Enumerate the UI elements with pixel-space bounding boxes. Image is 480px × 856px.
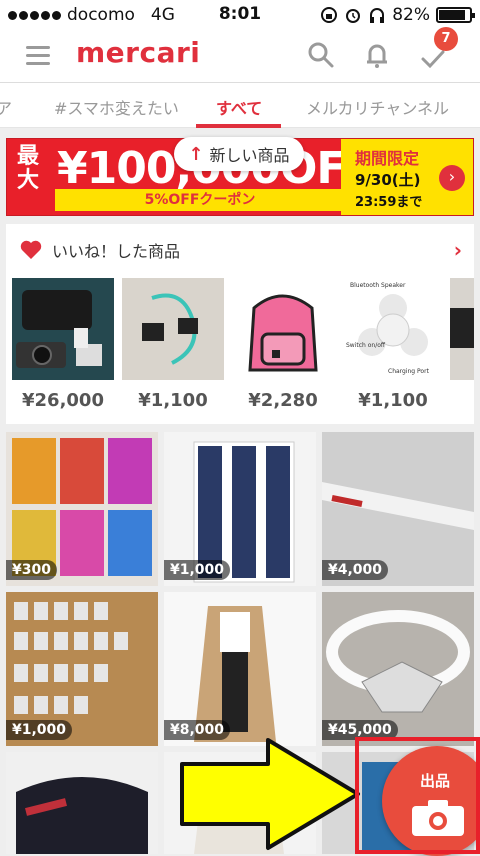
product-card[interactable]: ¥45,000 [322,592,474,746]
search-icon[interactable] [306,40,336,70]
product-card[interactable] [6,752,158,854]
tab-all[interactable]: すべて [216,95,262,119]
tab-partial[interactable]: ア [0,95,12,119]
liked-item-image[interactable]: Bluetooth Speaker Switch on/off Charging… [342,278,444,380]
status-bar: docomo 4G 8:01 82% [0,0,480,30]
product-price: ¥1,000 [6,720,73,740]
app-logo: mercari [76,36,201,69]
speaker-label-bottom: Charging Port [388,368,429,375]
liked-item-price: ¥26,000 [22,390,104,411]
chevron-right-icon[interactable]: › [454,238,462,262]
liked-item-image[interactable] [450,278,474,380]
product-card[interactable]: ¥1,000 [6,592,158,746]
rotation-lock-icon [321,7,338,23]
banner-until: 23:59まで [355,195,423,210]
arrow-up-icon: ↑ [188,143,204,165]
category-tabs: ア #スマホ変えたい すべて メルカリチャンネル [0,82,480,128]
liked-item-image[interactable] [122,278,224,380]
notification-badge: 7 [434,27,458,51]
headphones-icon [370,8,385,23]
battery-percent: 82% [392,5,430,25]
product-price: ¥1,000 [164,560,231,580]
battery-icon [436,7,475,23]
liked-title: いいね！した商品 [52,242,181,261]
banner-date: 9/30(土) [355,171,421,189]
tab-mercari-channel[interactable]: メルカリチャンネル [306,95,449,119]
banner-limited-panel: 期間限定 9/30(土) 23:59まで › [341,139,473,215]
liked-item-image[interactable] [232,278,334,380]
arrow-right-icon [180,738,360,850]
product-card[interactable]: ¥4,000 [322,432,474,586]
product-price: ¥4,000 [322,560,389,580]
alarm-icon [346,9,361,23]
menu-icon[interactable] [26,46,50,70]
banner-max-label: 最大 [17,144,40,193]
new-items-button[interactable]: ↑ 新しい商品 [174,137,304,171]
banner-coupon: 5%OFFクーポン [55,189,345,211]
speaker-label-left: Switch on/off [346,342,386,349]
banner-limited: 期間限定 [355,149,420,168]
liked-items-section: いいね！した商品 › ¥26,000 ¥1,100 ¥2,280 Bluetoo… [6,224,474,424]
product-card[interactable]: ¥8,000 [164,592,316,746]
liked-item-price: ¥1,100 [138,390,208,411]
active-tab-indicator [196,124,281,128]
product-card[interactable]: ¥1,000 [164,432,316,586]
liked-header[interactable]: いいね！した商品 [20,238,180,262]
app-header: mercari [0,30,480,82]
speaker-label-top: Bluetooth Speaker [350,282,406,289]
sell-highlight-box [355,737,480,854]
product-card[interactable]: ¥300 [6,432,158,586]
bell-icon[interactable] [362,40,392,70]
liked-item-image[interactable] [12,278,114,380]
chevron-right-icon[interactable]: › [439,165,465,191]
new-items-label: 新しい商品 [209,146,290,165]
tab-smartphone[interactable]: #スマホ変えたい [54,95,179,119]
product-price: ¥300 [6,560,57,580]
liked-item-price: ¥1,100 [358,390,428,411]
heart-icon [20,240,42,259]
liked-item-price: ¥2,280 [248,390,318,411]
